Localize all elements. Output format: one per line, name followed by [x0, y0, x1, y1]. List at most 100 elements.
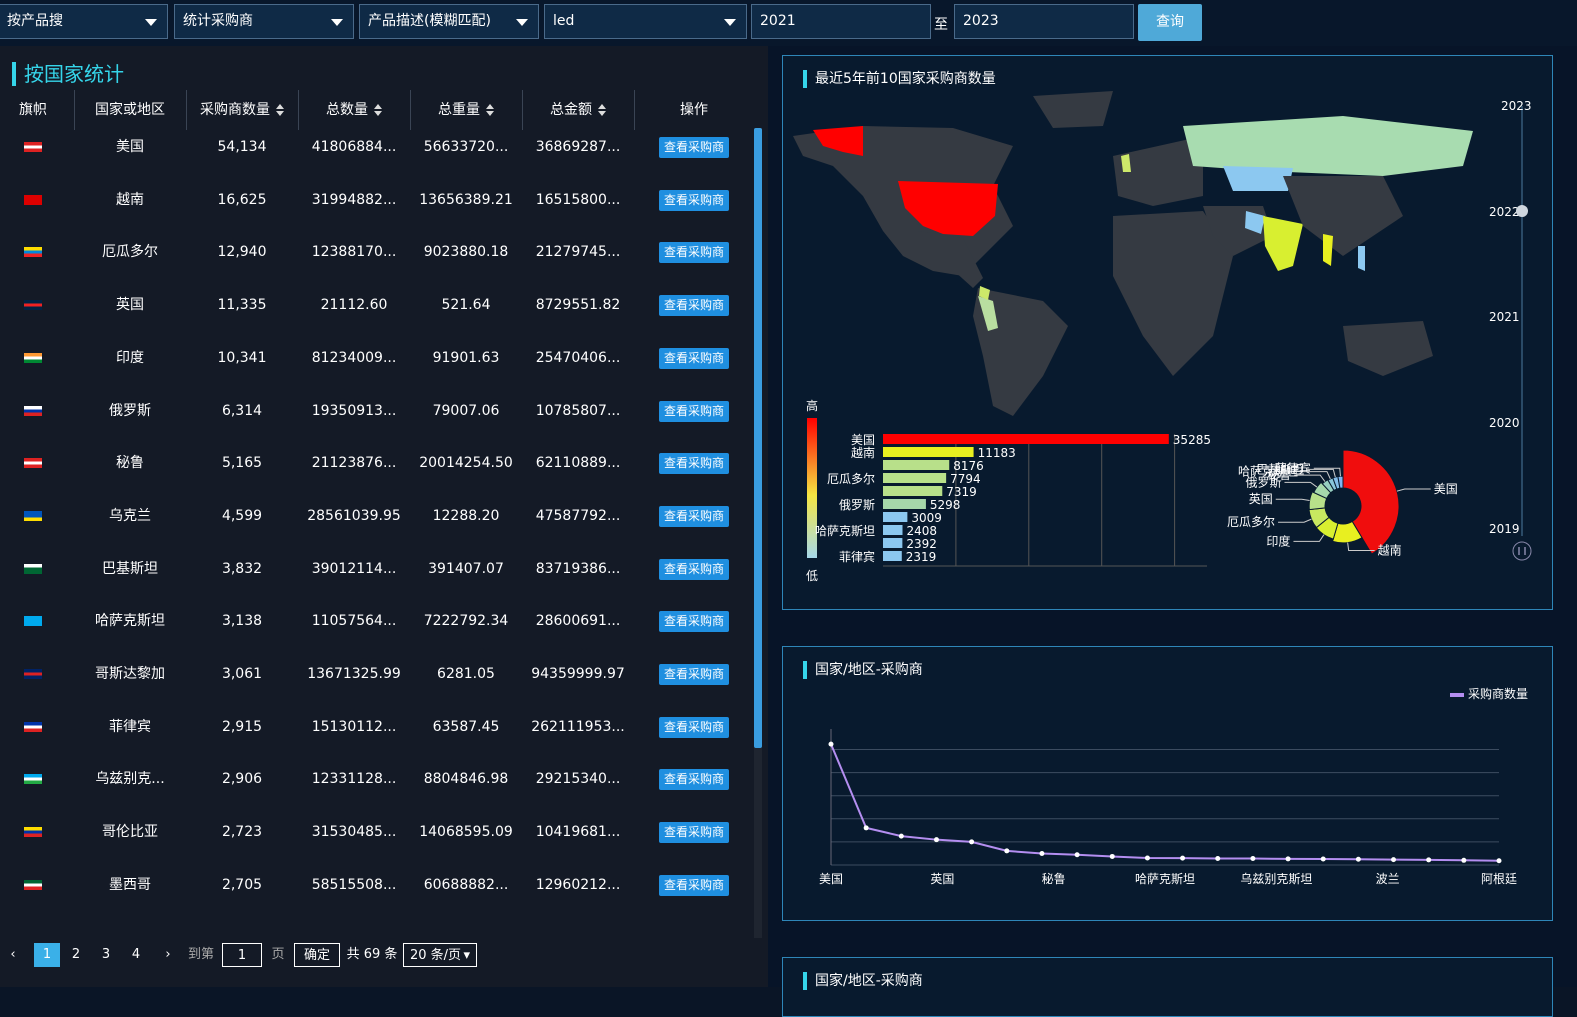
stat-type-value: 统计采购商: [183, 13, 253, 29]
year-timeline[interactable]: 2023 2022 2021 2020 2019: [1473, 96, 1553, 576]
year-from-value: 2021: [760, 13, 796, 29]
rose-label: 英国: [1249, 492, 1273, 506]
pagination: ‹ 1 2 3 4 › 到第 1 页 确定 共 69 条 20 条/页 ▾: [0, 940, 768, 970]
view-buyers-button[interactable]: 查看采购商: [659, 664, 729, 685]
cell-amount: 8729551.82: [535, 297, 621, 314]
bar: [883, 499, 926, 509]
top10-bar-chart: 35285 美国 11183 越南 81767794 厄瓜多尔 73195298 俄罗斯 300…: [815, 433, 1211, 567]
page-2[interactable]: 2: [66, 943, 86, 967]
header-buyers[interactable]: 采购商数量: [186, 92, 298, 128]
line-x-tick: 美国: [819, 872, 843, 886]
line-point: [1074, 852, 1080, 858]
header-weight[interactable]: 总重量: [410, 92, 522, 128]
bar-value-label: 2319: [906, 550, 937, 564]
cell-qty: 41806884...: [311, 139, 397, 155]
goto-page-input[interactable]: 1: [222, 943, 262, 967]
view-buyers-button[interactable]: 查看采购商: [659, 347, 729, 369]
stat-type-select[interactable]: 统计采购商: [174, 4, 354, 39]
table-row: 哈萨克斯坦 3,138 11057564... 7222792.34 28600691.…: [0, 606, 756, 659]
sort-icon[interactable]: [276, 104, 284, 116]
goto-confirm-button[interactable]: 确定: [294, 943, 340, 967]
match-mode-select[interactable]: 产品描述(模糊匹配): [359, 4, 539, 39]
cell-amount: 62110889...: [535, 455, 621, 472]
view-buyers-button[interactable]: 查看采购商: [659, 558, 729, 580]
sort-icon[interactable]: [374, 104, 382, 116]
view-buyers-button[interactable]: 查看采购商: [659, 453, 729, 475]
country-flag: [24, 563, 42, 574]
chevron-down-icon: [724, 19, 736, 26]
query-button[interactable]: 查询: [1138, 4, 1202, 41]
rose-label: 越南: [1378, 543, 1402, 558]
rose-label: 印度: [1266, 533, 1290, 548]
cell-buyers: 2,915: [221, 718, 263, 735]
view-buyers-button[interactable]: 查看采购商: [659, 874, 729, 896]
view-buyers-button[interactable]: 查看采购商: [659, 716, 729, 738]
buyers-line-chart: 美国 英国 秘鲁 哈萨克斯坦 乌兹别克斯坦 波兰 阿根廷: [819, 729, 1517, 886]
view-buyers-button[interactable]: 查看采购商: [659, 295, 729, 317]
view-buyers-button[interactable]: 查看采购商: [659, 505, 729, 527]
cell-buyers: 6,314: [221, 402, 263, 419]
cell-amount: 12960212...: [535, 876, 621, 893]
bar-category-label: 美国: [851, 433, 875, 447]
page-3[interactable]: 3: [96, 943, 116, 967]
header-amount[interactable]: 总金额: [522, 92, 634, 128]
cell-country: 印度: [116, 349, 144, 366]
cell-buyers: 5,165: [221, 455, 263, 472]
table-row: 墨西哥 2,705 58515508... 60688882... 12960212..…: [0, 870, 756, 923]
bar: [883, 538, 903, 548]
prev-page-icon[interactable]: ‹: [6, 943, 20, 967]
cell-weight: 391407.07: [428, 560, 504, 577]
cell-amount: 83719386...: [535, 560, 621, 577]
cell-weight: 60688882...: [423, 876, 509, 893]
keyword-select[interactable]: led: [544, 4, 747, 39]
view-buyers-button[interactable]: 查看采购商: [659, 769, 729, 791]
line-point: [1320, 856, 1326, 862]
year-2019: 2019: [1489, 522, 1520, 536]
page-size-select[interactable]: 20 条/页 ▾: [403, 943, 477, 967]
cell-country: 菲律宾: [109, 718, 151, 735]
scrollbar-thumb[interactable]: [754, 128, 762, 748]
year-2022: 2022: [1489, 205, 1520, 219]
range-separator: 至: [934, 17, 948, 33]
bar-value-label: 35285: [1173, 433, 1211, 447]
map-australia: [1343, 321, 1433, 376]
header-quantity[interactable]: 总数量: [298, 92, 410, 128]
country-flag: [24, 616, 42, 627]
bar: [883, 473, 947, 483]
view-buyers-button[interactable]: 查看采购商: [659, 822, 729, 844]
cell-country: 乌克兰: [109, 507, 151, 524]
country-flag: [24, 774, 42, 785]
cell-amount: 36869287...: [535, 139, 621, 155]
year-from-input[interactable]: 2021: [751, 4, 931, 39]
legend-high-label: 高: [806, 398, 818, 413]
rose-label-line: [1275, 498, 1310, 502]
map-china-se-asia: [1283, 176, 1403, 256]
cell-weight: 14068595.09: [419, 824, 513, 841]
country-flag: [24, 352, 42, 363]
line-point: [933, 837, 939, 843]
cell-weight: 20014254.50: [419, 455, 513, 472]
line-x-tick: 秘鲁: [1042, 872, 1066, 886]
cell-weight: 13656389.21: [419, 191, 513, 208]
cell-buyers: 3,832: [221, 560, 263, 577]
country-flag: [24, 405, 42, 416]
table-scrollbar[interactable]: [754, 128, 762, 938]
view-buyers-button[interactable]: 查看采购商: [659, 400, 729, 422]
sort-icon[interactable]: [486, 104, 494, 116]
view-buyers-button[interactable]: 查看采购商: [659, 611, 729, 633]
line-point: [1039, 850, 1045, 856]
cell-amount: 10785807...: [535, 402, 621, 419]
page-1[interactable]: 1: [34, 943, 60, 967]
view-buyers-button[interactable]: 查看采购商: [659, 189, 729, 211]
view-buyers-button[interactable]: 查看采购商: [659, 137, 729, 158]
year-2023: 2023: [1501, 99, 1532, 113]
year-to-input[interactable]: 2023: [954, 4, 1134, 39]
rose-label: 厄瓜多尔: [1227, 514, 1275, 529]
sort-icon[interactable]: [598, 104, 606, 116]
page-4[interactable]: 4: [126, 943, 146, 967]
next-page-icon[interactable]: ›: [160, 943, 176, 967]
rose-label: 菲律宾: [1275, 460, 1311, 475]
view-buyers-button[interactable]: 查看采购商: [659, 242, 729, 264]
map-greenland: [1033, 91, 1113, 128]
search-mode-select[interactable]: 按产品搜: [0, 4, 168, 39]
